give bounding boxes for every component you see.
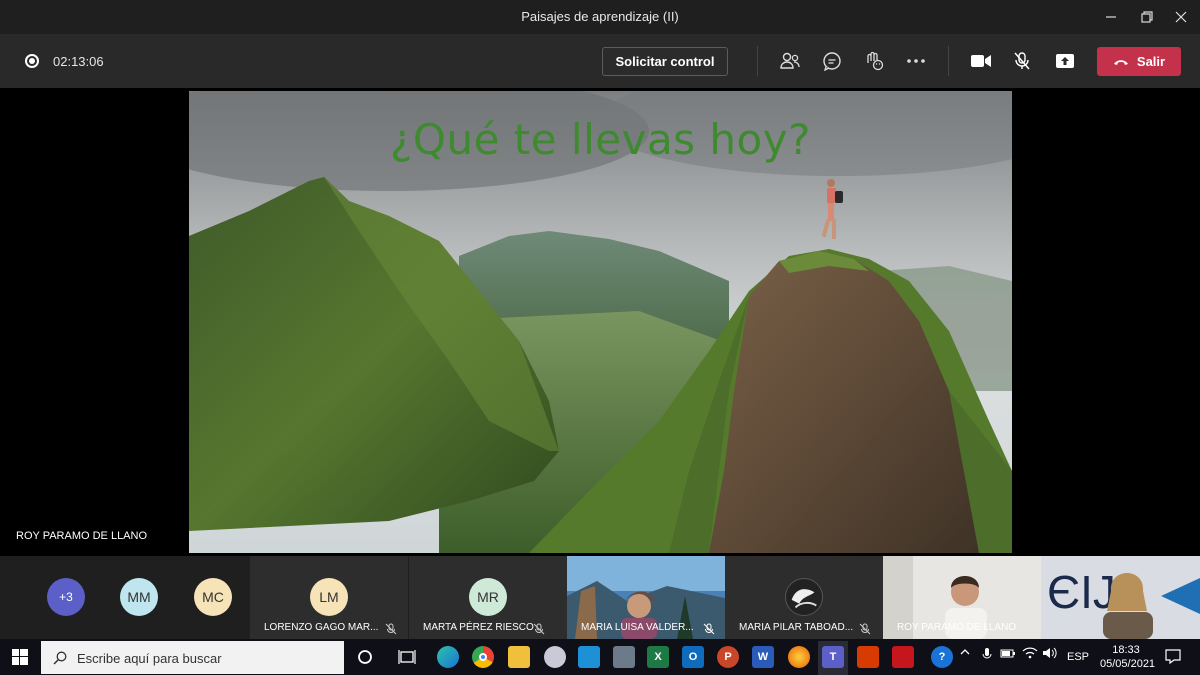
participant-tile[interactable]: ROY PARAMO DE LLANO bbox=[883, 556, 1041, 639]
shared-content-stage: ¿Qué te llevas hoy? ROY PARAMO DE LLANO bbox=[0, 88, 1200, 556]
presenter-label: ROY PARAMO DE LLANO bbox=[16, 530, 148, 542]
mic-muted-icon bbox=[859, 623, 871, 635]
share-screen-icon[interactable] bbox=[1053, 49, 1077, 73]
participant-tile[interactable]: MARIA PILAR TABOAD... bbox=[725, 556, 883, 639]
clock-date: 05/05/2021 bbox=[1100, 658, 1156, 670]
mic-muted-icon bbox=[703, 623, 715, 635]
chrome-icon[interactable] bbox=[472, 646, 494, 668]
slide-title: ¿Qué te llevas hoy? bbox=[390, 115, 811, 164]
battery-icon[interactable] bbox=[1000, 647, 1016, 662]
powerpoint-icon[interactable]: P bbox=[717, 646, 739, 668]
avatar: LM bbox=[310, 578, 348, 616]
snip-tool-icon[interactable] bbox=[544, 646, 566, 668]
window-title-bar: Paisajes de aprendizaje (II) bbox=[0, 0, 1200, 34]
avatar: MR bbox=[469, 578, 507, 616]
search-placeholder: Escribe aquí para buscar bbox=[77, 651, 222, 666]
remote-desktop-icon[interactable] bbox=[578, 646, 600, 668]
notifications-icon[interactable] bbox=[1165, 648, 1181, 667]
avatar[interactable]: MM bbox=[120, 578, 158, 616]
participants-icon[interactable] bbox=[778, 49, 802, 73]
meeting-timer: 02:13:06 bbox=[53, 54, 104, 69]
chat-icon[interactable] bbox=[820, 49, 844, 73]
outlook-icon[interactable]: O bbox=[682, 646, 704, 668]
firefox-icon[interactable] bbox=[788, 646, 810, 668]
overflow-participants-badge[interactable]: +3 bbox=[47, 578, 85, 616]
recording-icon bbox=[25, 54, 39, 68]
camera-icon[interactable] bbox=[969, 49, 993, 73]
avatar[interactable]: MC bbox=[194, 578, 232, 616]
phone-hangup-icon bbox=[1113, 59, 1128, 65]
mic-muted-icon[interactable] bbox=[1010, 49, 1034, 73]
task-view-icon[interactable] bbox=[398, 649, 416, 670]
request-control-button[interactable]: Solicitar control bbox=[602, 47, 728, 76]
participant-strip: +3 MM MC LM LORENZO GAGO MAR... MR MARTA… bbox=[0, 556, 1200, 639]
more-options-icon[interactable] bbox=[904, 49, 928, 73]
acrobat-icon[interactable] bbox=[892, 646, 914, 668]
leave-button[interactable]: Salir bbox=[1097, 47, 1181, 76]
search-icon bbox=[53, 651, 67, 665]
file-explorer-icon[interactable] bbox=[508, 646, 530, 668]
mic-muted-icon bbox=[533, 623, 545, 635]
toolbar-divider bbox=[757, 46, 758, 76]
microphone-icon[interactable] bbox=[982, 647, 992, 664]
avatar bbox=[785, 578, 823, 616]
taskbar-clock[interactable]: 18:33 05/05/2021 bbox=[1100, 643, 1156, 671]
help-icon[interactable]: ? bbox=[931, 646, 953, 668]
edge-icon[interactable] bbox=[437, 646, 459, 668]
chevron-up-icon[interactable] bbox=[960, 647, 970, 660]
participant-name: MARTA PÉREZ RIESCO bbox=[423, 622, 534, 633]
close-icon[interactable] bbox=[1168, 4, 1194, 30]
windows-start-icon[interactable] bbox=[12, 649, 28, 670]
minimize-icon[interactable] bbox=[1098, 4, 1124, 30]
presentation-slide: ¿Qué te llevas hoy? bbox=[189, 91, 1012, 553]
participant-name: MARIA LUISA VALDER... bbox=[581, 622, 694, 633]
participant-tile[interactable]: MARIA LUISA VALDER... bbox=[567, 556, 725, 639]
volume-icon[interactable] bbox=[1042, 647, 1058, 662]
meeting-toolbar: 02:13:06 Solicitar control Salir bbox=[0, 34, 1200, 88]
word-icon[interactable]: W bbox=[752, 646, 774, 668]
svg-text:ЄIJ: ЄIJ bbox=[1047, 566, 1116, 618]
reactions-icon[interactable] bbox=[862, 49, 886, 73]
participant-tile[interactable]: LM LORENZO GAGO MAR... bbox=[250, 556, 408, 639]
self-video-tile[interactable]: ЄIJ bbox=[1041, 556, 1200, 639]
wifi-icon[interactable] bbox=[1022, 647, 1038, 662]
clock-time: 18:33 bbox=[1112, 644, 1140, 656]
window-title: Paisajes de aprendizaje (II) bbox=[521, 9, 679, 24]
participant-name: ROY PARAMO DE LLANO bbox=[897, 622, 1017, 633]
office-icon[interactable] bbox=[857, 646, 879, 668]
cortana-icon[interactable] bbox=[357, 649, 373, 670]
calculator-icon[interactable] bbox=[613, 646, 635, 668]
mic-muted-icon bbox=[385, 623, 397, 635]
self-video: ЄIJ bbox=[1041, 556, 1200, 639]
participant-name: LORENZO GAGO MAR... bbox=[264, 622, 379, 633]
windows-taskbar: Escribe aquí para buscar X O P W T ? ESP… bbox=[0, 639, 1200, 675]
participant-tile[interactable]: MR MARTA PÉREZ RIESCO bbox=[409, 556, 567, 639]
input-language[interactable]: ESP bbox=[1067, 651, 1089, 663]
teams-icon[interactable]: T bbox=[822, 646, 844, 668]
toolbar-divider bbox=[948, 46, 949, 76]
restore-icon[interactable] bbox=[1134, 4, 1160, 30]
taskbar-search-box[interactable]: Escribe aquí para buscar bbox=[41, 641, 344, 674]
participant-name: MARIA PILAR TABOAD... bbox=[739, 622, 854, 633]
excel-icon[interactable]: X bbox=[647, 646, 669, 668]
leave-button-label: Salir bbox=[1136, 54, 1166, 69]
